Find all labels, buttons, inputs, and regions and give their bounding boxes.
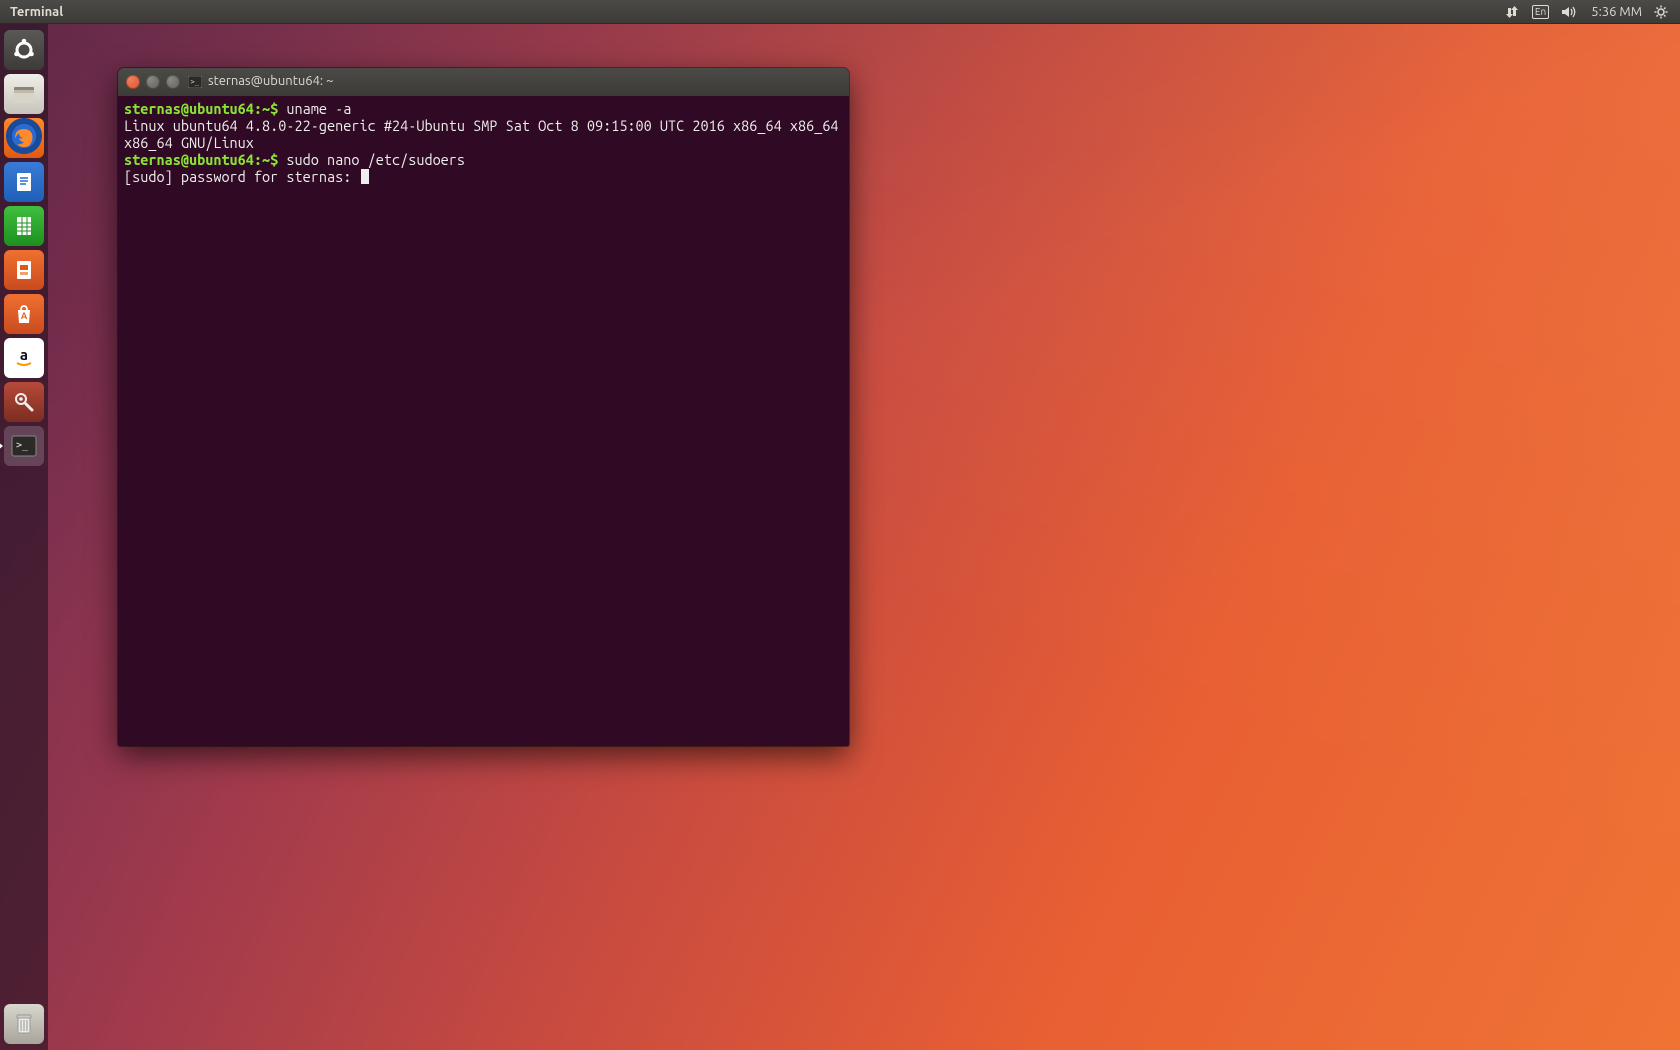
command-2: sudo nano /etc/sudoers (286, 151, 465, 168)
svg-text:a: a (20, 346, 28, 363)
terminal-window[interactable]: >_ sternas@ubuntu64: ~ sternas@ubuntu64:… (118, 68, 849, 746)
gear-wrench-icon (12, 390, 36, 414)
file-manager-icon (11, 81, 37, 107)
window-buttons (126, 75, 180, 89)
clock[interactable]: 5:36 MM (1585, 0, 1648, 24)
window-close-button[interactable] (126, 75, 140, 89)
amazon-icon: a (11, 345, 37, 371)
window-title: >_ sternas@ubuntu64: ~ (188, 74, 333, 91)
launcher-settings[interactable] (4, 382, 44, 422)
command-1: uname -a (286, 100, 351, 117)
launcher: A a >_ (0, 24, 48, 1050)
top-panel: Terminal En 5:36 MM (0, 0, 1680, 24)
prompt-2: sternas@ubuntu64:~$ (124, 151, 278, 168)
svg-text:>_: >_ (191, 78, 200, 86)
launcher-software[interactable]: A (4, 294, 44, 334)
sudo-prompt: [sudo] password for sternas: (124, 168, 359, 185)
speaker-icon (1561, 5, 1579, 19)
launcher-calc[interactable] (4, 206, 44, 246)
gear-icon (1654, 5, 1668, 19)
active-app-title: Terminal (10, 5, 63, 19)
window-minimize-button[interactable] (146, 75, 160, 89)
launcher-firefox[interactable] (4, 118, 44, 158)
terminal-body[interactable]: sternas@ubuntu64:~$ uname -a Linux ubunt… (118, 96, 849, 746)
language-indicator[interactable]: En (1526, 0, 1555, 24)
terminal-icon: >_ (11, 435, 37, 457)
svg-text:>_: >_ (16, 440, 29, 451)
terminal-titlebar-icon: >_ (188, 76, 202, 91)
cursor-icon (361, 169, 369, 184)
document-icon (12, 170, 36, 194)
launcher-writer[interactable] (4, 162, 44, 202)
spreadsheet-icon (12, 214, 36, 238)
output-1: Linux ubuntu64 4.8.0-22-generic #24-Ubun… (124, 117, 847, 151)
launcher-terminal[interactable]: >_ (4, 426, 44, 466)
ubuntu-logo-icon (11, 37, 37, 63)
launcher-impress[interactable] (4, 250, 44, 290)
session-indicator[interactable] (1648, 0, 1674, 24)
launcher-dash[interactable] (4, 30, 44, 70)
network-indicator[interactable] (1498, 0, 1526, 24)
prompt-1: sternas@ubuntu64:~$ (124, 100, 278, 117)
terminal-titlebar[interactable]: >_ sternas@ubuntu64: ~ (118, 68, 849, 96)
firefox-icon (10, 124, 38, 152)
launcher-files[interactable] (4, 74, 44, 114)
language-label: En (1532, 5, 1549, 19)
launcher-amazon[interactable]: a (4, 338, 44, 378)
presentation-icon (12, 258, 36, 282)
window-maximize-button[interactable] (166, 75, 180, 89)
shopping-bag-icon: A (12, 302, 36, 326)
sound-indicator[interactable] (1555, 0, 1585, 24)
svg-text:A: A (21, 311, 28, 321)
trash-icon (12, 1011, 36, 1037)
window-title-text: sternas@ubuntu64: ~ (208, 74, 333, 88)
launcher-trash[interactable] (4, 1004, 44, 1044)
network-updown-icon (1504, 5, 1520, 19)
running-pip-icon (0, 441, 3, 451)
